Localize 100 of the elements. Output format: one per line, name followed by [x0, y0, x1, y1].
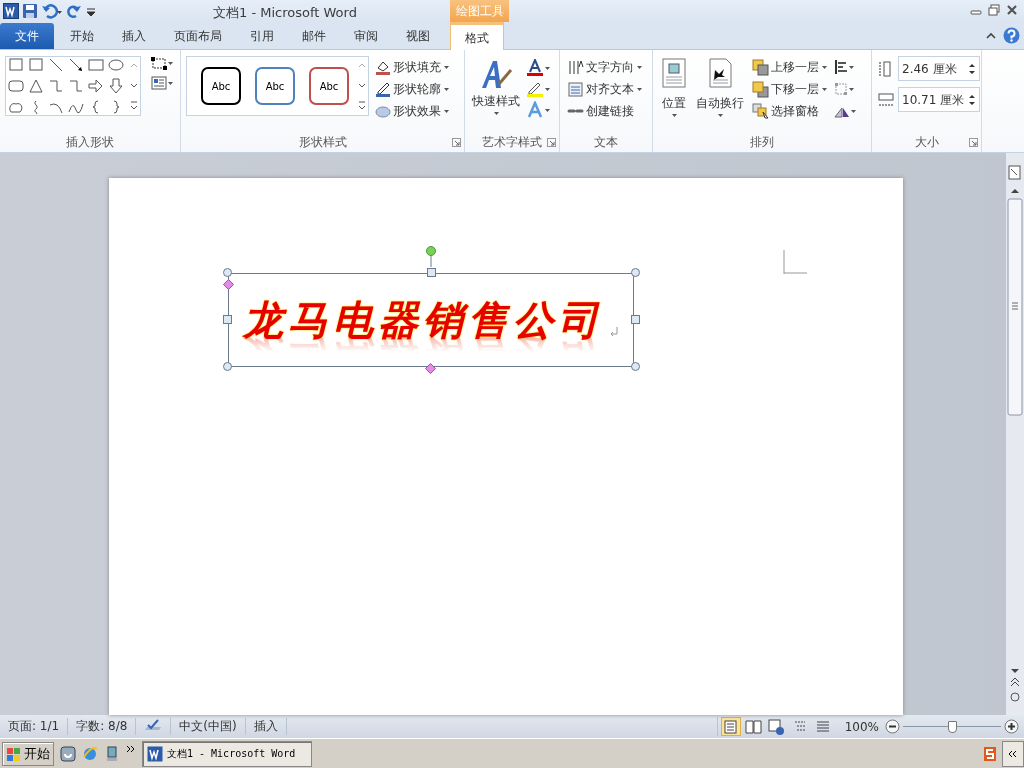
browser-icon[interactable] — [82, 745, 98, 762]
status-item[interactable]: 插入 — [245, 718, 287, 735]
redo-icon[interactable] — [66, 3, 82, 19]
ribbon-command[interactable]: 选择窗格 — [750, 100, 830, 122]
ribbon-tab[interactable]: 开始 — [56, 23, 108, 49]
group-label: 排列 — [749, 134, 775, 151]
shape-effects-icon — [375, 103, 391, 119]
restore-icon[interactable] — [988, 4, 1000, 16]
caret-icon — [821, 63, 828, 71]
ribbon-command[interactable]: 形状效果 — [373, 100, 452, 122]
draft-icon — [814, 718, 832, 735]
align-text-icon — [567, 80, 584, 98]
ruler-toggle-icon[interactable] — [1007, 163, 1023, 181]
more-icon[interactable] — [126, 743, 136, 754]
ribbon-command[interactable]: 创建链接 — [565, 100, 645, 122]
save-icon[interactable] — [22, 3, 38, 19]
view-button[interactable] — [743, 717, 764, 736]
margin-mark-icon — [783, 250, 807, 274]
adjust-handle[interactable] — [223, 279, 234, 290]
ribbon-command[interactable]: 快速样式 — [470, 56, 522, 132]
ribbon-tab[interactable]: 视图 — [392, 23, 444, 49]
status-item[interactable]: 字数: 8/8 — [68, 718, 137, 735]
text-fill-icon[interactable] — [526, 59, 544, 77]
status-item[interactable]: 页面: 1/1 — [0, 718, 69, 735]
ribbon-tab[interactable]: 审阅 — [340, 23, 392, 49]
resize-handle[interactable] — [223, 362, 232, 371]
close-icon[interactable] — [1006, 4, 1018, 16]
undo-icon[interactable] — [41, 3, 63, 19]
view-button[interactable] — [720, 717, 741, 736]
size-field[interactable]: 10.71 厘米 — [898, 87, 980, 112]
ribbon-command[interactable]: 文字方向 — [565, 56, 645, 78]
dialog-launcher-icon[interactable] — [547, 138, 556, 147]
group-label: 文本 — [593, 134, 619, 151]
resize-handle[interactable] — [223, 268, 232, 277]
caret-icon — [544, 106, 551, 114]
resize-handle[interactable] — [631, 362, 640, 371]
zoom-slider-thumb[interactable] — [947, 720, 957, 733]
caret-icon — [636, 85, 643, 93]
ribbon-tab[interactable]: 邮件 — [288, 23, 340, 49]
dialog-launcher-icon[interactable] — [969, 138, 978, 147]
ribbon-command[interactable]: 下移一层 — [750, 78, 830, 100]
group-icon[interactable] — [834, 81, 848, 97]
resize-handle[interactable] — [631, 315, 640, 324]
shape-style-preset[interactable]: Abc — [201, 67, 241, 105]
caret-icon — [443, 107, 450, 115]
resize-handle[interactable] — [631, 268, 640, 277]
proofing-icon[interactable] — [144, 718, 163, 733]
zoom-level[interactable]: 100% — [838, 717, 885, 736]
ribbon-tab[interactable]: 页面布局 — [160, 23, 236, 49]
word-app-icon[interactable] — [3, 3, 19, 19]
caret-icon — [850, 107, 857, 115]
text-direction-icon — [567, 58, 584, 76]
spinner-icon[interactable] — [968, 61, 976, 76]
shape-style-preset[interactable]: Abc — [255, 67, 295, 105]
ribbon-tab[interactable]: 格式 — [450, 22, 504, 50]
help-icon[interactable] — [1003, 27, 1020, 44]
text-outline-icon[interactable] — [526, 80, 544, 98]
wordart-text-box[interactable] — [228, 273, 634, 367]
windows-logo-icon — [6, 745, 22, 762]
spinner-icon[interactable] — [968, 92, 976, 107]
caret-icon — [443, 63, 450, 71]
ribbon-command[interactable]: 自动换行 — [694, 56, 746, 132]
paragraph-mark-icon — [609, 326, 619, 338]
tray-app-icon[interactable] — [984, 746, 996, 761]
ribbon-command[interactable]: 形状轮廓 — [373, 78, 452, 100]
rotation-handle[interactable] — [426, 246, 436, 267]
computer-icon[interactable] — [104, 745, 120, 762]
ribbon-tab[interactable]: 引用 — [236, 23, 288, 49]
align-icon[interactable] — [834, 59, 848, 75]
resize-handle[interactable] — [223, 315, 232, 324]
group-label: 艺术字样式 — [481, 134, 543, 151]
status-item[interactable]: 中文(中国) — [171, 718, 246, 735]
ribbon-tab[interactable]: 插入 — [108, 23, 160, 49]
caret-icon — [492, 110, 500, 117]
taskbar-button[interactable]: 文档1 - Microsoft Word — [142, 740, 312, 767]
start-button[interactable]: 开始 — [2, 741, 54, 766]
caret-icon — [848, 85, 855, 93]
link-icon — [567, 107, 584, 115]
ribbon-command[interactable]: 对齐文本 — [565, 78, 645, 100]
text-box-icon[interactable] — [151, 76, 167, 90]
ribbon-command[interactable]: 上移一层 — [750, 56, 830, 78]
zoom-out-icon[interactable] — [885, 719, 900, 734]
zoom-in-icon[interactable] — [1004, 719, 1019, 734]
caret-icon — [443, 85, 450, 93]
size-field[interactable]: 2.46 厘米 — [898, 56, 980, 81]
show-tray-icon[interactable] — [1002, 740, 1024, 767]
ribbon-command[interactable]: 位置 — [658, 56, 690, 132]
file-tab[interactable]: 文件 — [0, 23, 54, 49]
edit-shape-icon[interactable] — [151, 56, 167, 70]
adjust-handle[interactable] — [425, 363, 436, 374]
shape-style-preset[interactable]: Abc — [309, 67, 349, 105]
resize-handle[interactable] — [427, 268, 436, 277]
caret-icon — [848, 63, 855, 71]
desktop-app-icon[interactable] — [60, 745, 76, 762]
ribbon-command[interactable]: 形状填充 — [373, 56, 452, 78]
caret-icon — [544, 85, 551, 93]
shape-outline-icon — [375, 81, 391, 97]
view-button[interactable] — [766, 717, 787, 736]
word-app-icon — [147, 745, 163, 762]
dialog-launcher-icon[interactable] — [452, 138, 461, 147]
